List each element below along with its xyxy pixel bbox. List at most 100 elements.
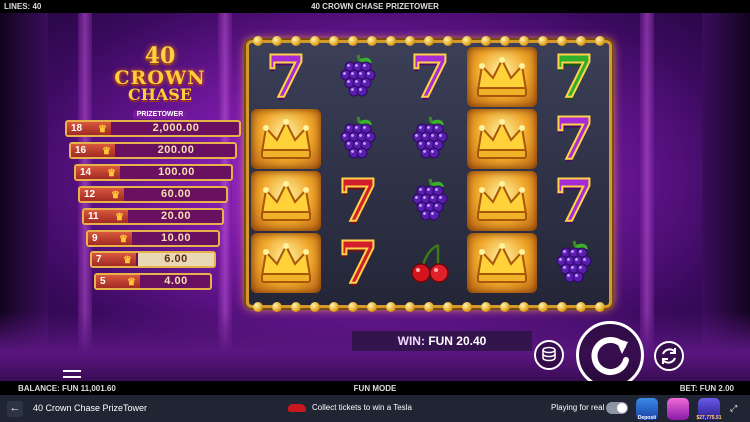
paytable-value: 10.00 bbox=[160, 232, 192, 244]
seven-symbol-purple: 7 bbox=[265, 43, 307, 111]
seven-symbol-red: 7 bbox=[337, 167, 379, 235]
win-display: WIN: FUN 20.40 bbox=[352, 331, 532, 351]
paytable-count: 9 ♛ bbox=[88, 232, 132, 245]
jackpot-badge[interactable]: $27,775.51 bbox=[696, 398, 722, 421]
crown-icon: ♛ bbox=[115, 212, 124, 223]
frame-bead bbox=[405, 302, 415, 312]
paytable-value: 60.00 bbox=[160, 188, 192, 200]
paytable-count: 14 ♛ bbox=[76, 166, 120, 179]
top-bar: LINES: 40 40 CROWN CHASE PRIZETOWER bbox=[0, 0, 750, 13]
deposit-badge[interactable]: Deposit bbox=[636, 398, 658, 421]
frame-bead bbox=[329, 36, 339, 46]
bet-label: BET: FUN 2.00 bbox=[679, 384, 734, 393]
frame-bead bbox=[576, 302, 586, 312]
crown-symbol bbox=[251, 171, 321, 231]
crown-icon: ♛ bbox=[123, 255, 132, 266]
paytable-count: 11 ♛ bbox=[84, 210, 128, 223]
back-arrow-icon[interactable]: ← bbox=[7, 401, 23, 417]
frame-bead bbox=[310, 302, 320, 312]
bonus-badge[interactable] bbox=[667, 398, 689, 420]
crown-symbol bbox=[467, 47, 537, 107]
paytable-row: 12 ♛ 60.00 bbox=[78, 186, 228, 203]
status-bar: BALANCE: FUN 11,001.60 FUN MODE BET: FUN… bbox=[0, 381, 750, 395]
paytable-count: 12 ♛ bbox=[80, 188, 124, 201]
crown-icon: ♛ bbox=[98, 124, 107, 135]
game-logo: 40 CROWN CHASE PRIZETOWER bbox=[100, 43, 220, 123]
play-real-label: Playing for real bbox=[551, 403, 605, 412]
paytable-value: 4.00 bbox=[164, 275, 188, 287]
frame-bead bbox=[595, 36, 605, 46]
autoplay-button[interactable] bbox=[654, 341, 684, 371]
frame-bead bbox=[291, 302, 301, 312]
frame-bead bbox=[500, 302, 510, 312]
crown-icon: ♛ bbox=[119, 234, 128, 245]
frame-bead bbox=[348, 302, 358, 312]
menu-icon[interactable] bbox=[63, 370, 81, 381]
seven-symbol-green: 7 bbox=[553, 43, 595, 111]
paytable-row: 18 ♛ 2,000.00 bbox=[65, 120, 241, 137]
paytable-count: 7 ♛ bbox=[92, 253, 136, 266]
grapes-symbol bbox=[323, 47, 393, 107]
paytable-value: 2,000.00 bbox=[152, 122, 200, 134]
paytable-row: 7 ♛ 6.00 bbox=[90, 251, 216, 268]
logo-subtitle: PRIZETOWER bbox=[132, 110, 188, 119]
logo-number: 40 bbox=[144, 43, 176, 69]
play-real-toggle[interactable] bbox=[606, 402, 628, 414]
seven-symbol-red: 7 bbox=[337, 229, 379, 297]
deposit-badge-label: Deposit bbox=[637, 415, 657, 421]
frame-bead bbox=[272, 302, 282, 312]
mode-label: FUN MODE bbox=[353, 384, 397, 393]
spin-arrow-icon bbox=[591, 337, 629, 375]
frame-bead bbox=[424, 302, 434, 312]
frame-bead bbox=[386, 302, 396, 312]
paytable-row: 9 ♛ 10.00 bbox=[86, 230, 220, 247]
paytable-row: 14 ♛ 100.00 bbox=[74, 164, 233, 181]
bet-coins-button[interactable] bbox=[534, 340, 564, 370]
paytable-row: 11 ♛ 20.00 bbox=[82, 208, 224, 225]
fullscreen-icon[interactable]: ⤢ bbox=[730, 403, 740, 413]
reel-grid: 7777777 bbox=[246, 36, 612, 312]
seven-symbol-purple: 7 bbox=[553, 105, 595, 173]
seven-symbol-purple: 7 bbox=[553, 167, 595, 235]
frame-bead bbox=[595, 302, 605, 312]
win-value: FUN 20.40 bbox=[428, 334, 487, 348]
frame-bead bbox=[386, 36, 396, 46]
crown-symbol bbox=[467, 233, 537, 293]
frame-bead bbox=[481, 36, 491, 46]
crown-icon: ♛ bbox=[127, 277, 136, 288]
frame-bead bbox=[348, 36, 358, 46]
cherry-symbol bbox=[395, 233, 465, 293]
game-title: 40 CROWN CHASE PRIZETOWER bbox=[311, 2, 439, 11]
frame-bead bbox=[500, 36, 510, 46]
frame-bead bbox=[310, 36, 320, 46]
paytable-value: 100.00 bbox=[158, 166, 195, 178]
crown-icon: ♛ bbox=[111, 190, 120, 201]
paytable-value: 20.00 bbox=[160, 210, 192, 222]
game-stage: 40 CROWN CHASE PRIZETOWER 18 ♛ 2,000.00 16 ♛… bbox=[0, 13, 750, 381]
paytable-count: 16 ♛ bbox=[71, 144, 115, 157]
frame-bead bbox=[538, 302, 548, 312]
grapes-symbol bbox=[395, 109, 465, 169]
frame-bead bbox=[557, 302, 567, 312]
frame-bead bbox=[329, 302, 339, 312]
promo-link[interactable]: Collect tickets to win a Tesla bbox=[312, 403, 412, 412]
paytable-value: 200.00 bbox=[157, 144, 195, 156]
frame-bead bbox=[519, 302, 529, 312]
crown-symbol bbox=[467, 109, 537, 169]
frame-bead bbox=[462, 302, 472, 312]
paytable-count: 5 ♛ bbox=[96, 275, 140, 288]
paytable-value: 6.00 bbox=[138, 253, 214, 266]
frame-bead bbox=[367, 302, 377, 312]
paytable-row: 16 ♛ 200.00 bbox=[69, 142, 237, 159]
seven-symbol-purple: 7 bbox=[409, 43, 451, 111]
crown-icon: ♛ bbox=[107, 168, 116, 179]
win-label: WIN: bbox=[397, 334, 425, 348]
logo-line-2: CHASE bbox=[127, 85, 192, 104]
casino-footer: ← 40 Crown Chase PrizeTower Collect tick… bbox=[0, 395, 750, 422]
frame-bead bbox=[462, 36, 472, 46]
paytable-row: 5 ♛ 4.00 bbox=[94, 273, 212, 290]
crown-symbol bbox=[251, 233, 321, 293]
frame-bead bbox=[519, 36, 529, 46]
crown-symbol bbox=[467, 171, 537, 231]
spin-button[interactable] bbox=[576, 321, 644, 381]
